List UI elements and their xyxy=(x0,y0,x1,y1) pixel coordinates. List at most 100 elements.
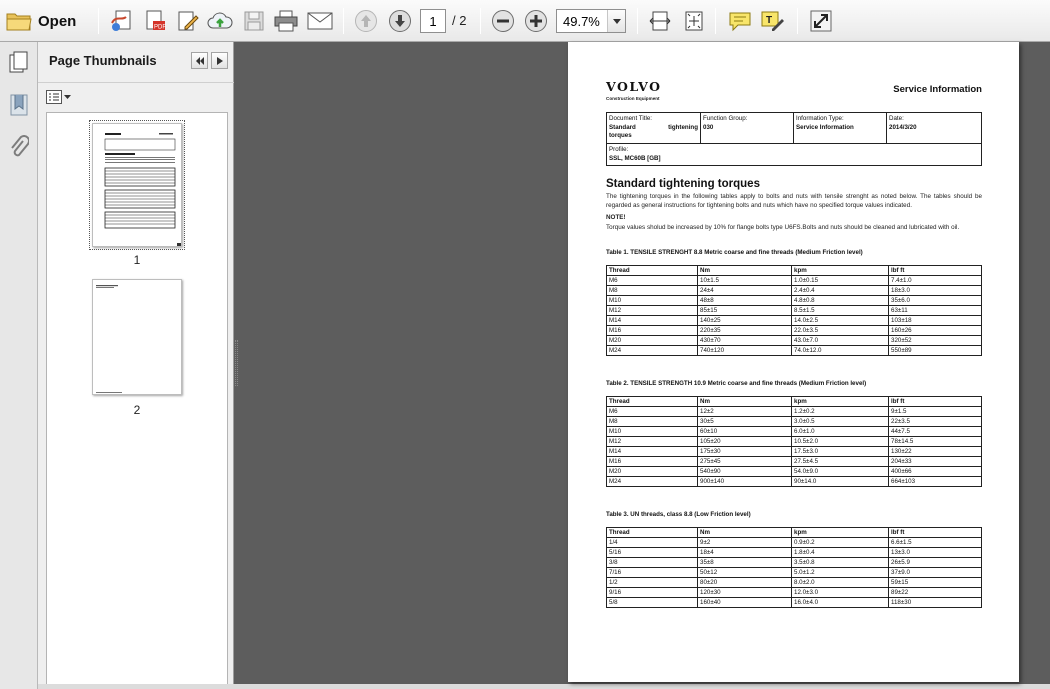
email-button[interactable] xyxy=(306,7,334,35)
document-title: Standard tightening torques xyxy=(606,178,760,190)
table-cell: 6.0±1.0 xyxy=(791,426,889,437)
table-cell: 664±103 xyxy=(888,476,982,487)
table-cell: 74.0±12.0 xyxy=(791,345,889,356)
collapse-panel-button[interactable] xyxy=(191,52,208,69)
table-cell: 8.5±1.5 xyxy=(791,305,889,316)
table-cell: 63±11 xyxy=(888,305,982,316)
table-cell: 1/4 xyxy=(606,537,698,548)
page-thumbnails-tab[interactable] xyxy=(7,50,31,76)
panel-resize-handle[interactable] xyxy=(235,340,238,386)
page-thumbnail-2[interactable] xyxy=(92,279,182,395)
table-cell: 85±15 xyxy=(697,305,792,316)
table-row: M14 140±25 14.0±2.5 103±18 xyxy=(606,315,982,326)
panel-menu-button[interactable] xyxy=(211,52,228,69)
table-cell: 89±22 xyxy=(888,587,982,598)
document-info-table: Document Title: Standard tightening torqu… xyxy=(606,111,982,167)
table-row: M12 105±20 10.5±2.0 78±14.5 xyxy=(606,436,982,447)
table-cell: M12 xyxy=(606,436,698,447)
svg-text:T: T xyxy=(766,15,772,26)
panel-title: Page Thumbnails xyxy=(49,53,157,68)
export-pdf-button[interactable]: PDF xyxy=(141,7,169,35)
zoom-in-button[interactable] xyxy=(522,7,550,35)
table-cell: 3.0±0.5 xyxy=(791,416,889,427)
chevron-down-icon xyxy=(64,95,71,99)
full-screen-button[interactable] xyxy=(807,7,835,35)
table-cell: 4.8±0.8 xyxy=(791,295,889,306)
table-row: 9/16 120±30 12.0±3.0 89±22 xyxy=(606,587,982,598)
table-body: M6 12±2 1.2±0.2 9±1.5 M8 30±5 3.0±0.5 22±3.5 M10… xyxy=(606,406,982,487)
highlight-text-icon: T xyxy=(761,11,784,31)
toolbar-separator xyxy=(98,8,99,34)
table-cell: 60±10 xyxy=(697,426,792,437)
table-cell: 14.0±2.5 xyxy=(791,315,889,326)
zoom-select[interactable]: 49.7% xyxy=(556,9,626,33)
page-thumbnail-1[interactable] xyxy=(89,120,185,250)
table-cell: M20 xyxy=(606,335,698,346)
table-body: 1/4 9±2 0.9±0.2 6.6±1.5 5/16 18±4 1.8±0.4 13±3.… xyxy=(606,537,982,608)
table-cell: 740±120 xyxy=(697,345,792,356)
table-cell: 1.0±0.15 xyxy=(791,275,889,286)
table-cell: 12±2 xyxy=(697,406,792,417)
edit-button[interactable] xyxy=(174,7,202,35)
table-cell: M8 xyxy=(606,416,698,427)
page-preview xyxy=(104,133,181,246)
bookmarks-tab[interactable] xyxy=(7,92,31,118)
table-cell: 10±1.5 xyxy=(697,275,792,286)
next-page-button[interactable] xyxy=(386,7,414,35)
chevron-down-icon[interactable] xyxy=(607,10,625,32)
table-cell: 8.0±2.0 xyxy=(791,577,889,588)
thumbnail-options-button[interactable] xyxy=(46,88,74,106)
comment-button[interactable] xyxy=(726,7,754,35)
fit-width-button[interactable] xyxy=(646,7,674,35)
speech-bubble-icon xyxy=(729,12,751,32)
table-cell: 9±1.5 xyxy=(888,406,982,417)
fit-page-button[interactable] xyxy=(680,7,708,35)
print-button[interactable] xyxy=(272,7,300,35)
attachments-tab[interactable] xyxy=(7,134,31,160)
table-cell: 80±20 xyxy=(697,577,792,588)
folder-icon xyxy=(6,13,32,31)
table-cell: 140±25 xyxy=(697,315,792,326)
table-cell: 48±8 xyxy=(697,295,792,306)
highlight-button[interactable]: T xyxy=(759,7,787,35)
table-cell: M6 xyxy=(606,406,698,417)
arrow-up-icon xyxy=(355,10,377,32)
open-button[interactable]: Open xyxy=(6,7,76,35)
horizontal-scrollbar[interactable] xyxy=(38,684,1050,689)
table-row: M24 900±140 90±14.0 664±103 xyxy=(606,476,982,487)
save-disk-icon xyxy=(244,11,264,31)
edit-document-icon xyxy=(178,11,199,31)
page-number-input[interactable] xyxy=(420,9,446,33)
page-preview xyxy=(96,285,122,393)
table-cell: 90±14.0 xyxy=(791,476,889,487)
table-cell: 175±30 xyxy=(697,446,792,457)
table-cell: 16.0±4.0 xyxy=(791,597,889,608)
save-button[interactable] xyxy=(240,7,268,35)
table-cell: 22.0±3.5 xyxy=(791,325,889,336)
table-cell: 430±70 xyxy=(697,335,792,346)
table-cell: 204±33 xyxy=(888,456,982,467)
table-cell: 30±5 xyxy=(697,416,792,427)
create-pdf-button[interactable] xyxy=(108,7,136,35)
torque-table-1: Thread Nm kpm lbf ft M6 10±1.5 1.0±0.15 7.4… xyxy=(606,265,982,356)
brand-logo: VOLVO xyxy=(606,79,662,94)
table-row: M12 85±15 8.5±1.5 63±11 xyxy=(606,305,982,316)
upload-button[interactable] xyxy=(206,7,234,35)
table-cell: 220±35 xyxy=(697,325,792,336)
zoom-out-icon xyxy=(492,10,514,32)
table-cell: 9/16 xyxy=(606,587,698,598)
previous-page-button[interactable] xyxy=(352,7,380,35)
zoom-out-button[interactable] xyxy=(489,7,517,35)
table-cell: M10 xyxy=(606,426,698,437)
fit-page-icon xyxy=(685,11,703,31)
table-cell: 1.8±0.4 xyxy=(791,547,889,558)
note-paragraph: Torque values sholud be increased by 10%… xyxy=(606,224,960,231)
table-cell: 59±15 xyxy=(888,577,982,588)
table-row: 5/16 18±4 1.8±0.4 13±3.0 xyxy=(606,547,982,558)
table-cell: M24 xyxy=(606,476,698,487)
torque-table-3: Thread Nm kpm lbf ft 1/4 9±2 0.9±0.2 6.6±1.… xyxy=(606,527,982,608)
toolbar-separator xyxy=(797,8,798,34)
table-cell: 24±4 xyxy=(697,285,792,296)
thumbnail-page-number: 2 xyxy=(133,403,141,417)
header-title: Service Information xyxy=(893,84,982,95)
